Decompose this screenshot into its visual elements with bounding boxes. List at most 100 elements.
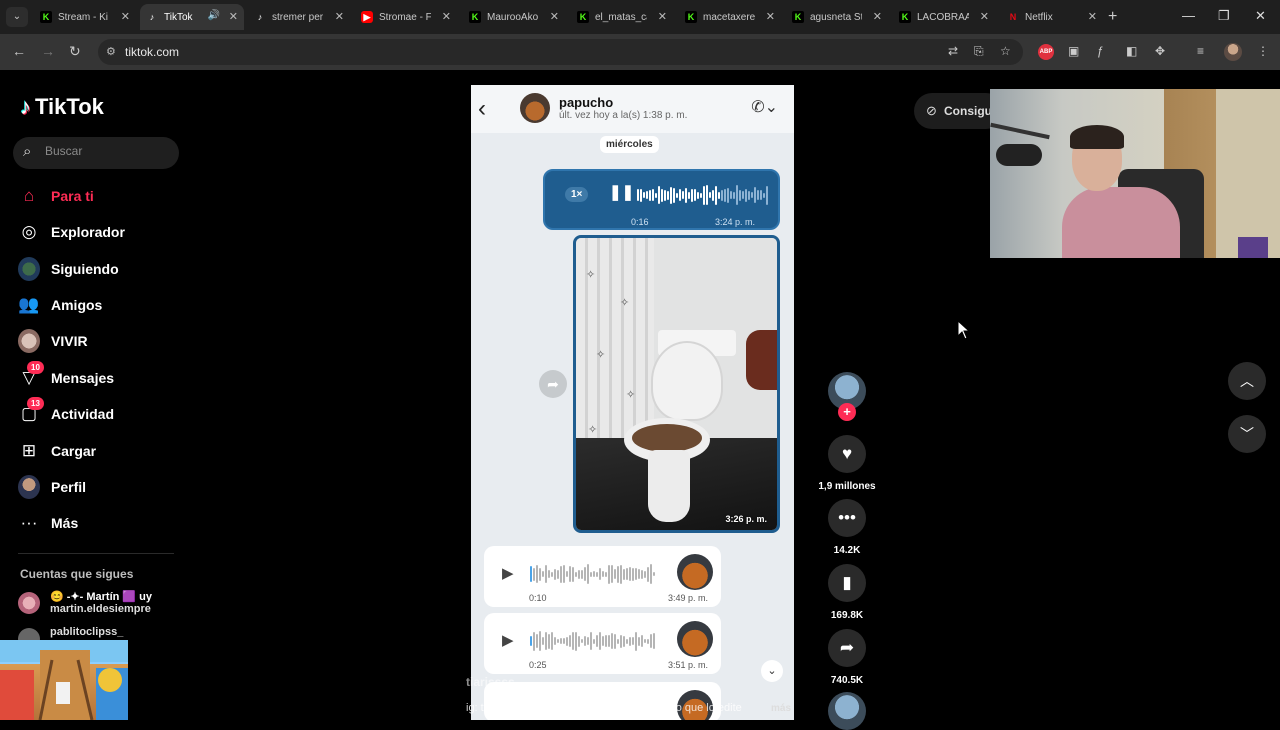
browser-tab[interactable]: K agusneta St ✕ xyxy=(786,4,888,30)
close-tab-icon[interactable]: ✕ xyxy=(550,10,559,23)
back-arrow-icon[interactable]: ← xyxy=(12,43,26,59)
bookmark-star-icon[interactable]: ☆ xyxy=(1000,44,1011,58)
sidebar-item-para-ti[interactable]: ⌂ Para ti xyxy=(18,181,178,211)
waveform-bar xyxy=(581,639,583,643)
speaker-icon[interactable]: 🔊 xyxy=(208,10,220,21)
waveform-bar xyxy=(542,637,544,645)
waveform-bar xyxy=(652,189,654,201)
browser-tab-active[interactable]: ♪ TikTok 🔊 ✕ xyxy=(140,4,244,30)
search-box[interactable]: ⌕ xyxy=(13,137,179,169)
waveform-bar xyxy=(587,564,589,584)
more-icon: ··· xyxy=(20,513,38,532)
extension-icon[interactable]: ƒ xyxy=(1097,44,1104,58)
close-window-icon[interactable]: ✕ xyxy=(1255,8,1266,24)
playback-speed: 1× xyxy=(565,187,589,202)
save-button[interactable]: ▮ xyxy=(828,564,866,602)
close-tab-icon[interactable]: ✕ xyxy=(873,10,882,23)
waveform-bar xyxy=(715,185,717,205)
waveform-bar xyxy=(605,635,607,647)
video-author[interactable]: tiarissss xyxy=(466,675,515,689)
close-tab-icon[interactable]: ✕ xyxy=(980,10,989,23)
sidebar-item-vivir[interactable]: VIVIR xyxy=(18,326,178,356)
tab-search-dropdown[interactable]: ⌄ xyxy=(6,7,28,27)
sidebar-item-actividad[interactable]: ▢ 13 Actividad xyxy=(18,397,178,429)
install-app-icon[interactable]: ⎘ xyxy=(974,44,984,59)
puzzle-icon[interactable]: ✥ xyxy=(1155,44,1165,58)
browser-tab[interactable]: ▶ Stromae - F ✕ xyxy=(355,4,457,30)
waveform-bar xyxy=(641,569,643,579)
close-tab-icon[interactable]: ✕ xyxy=(658,10,667,23)
restore-icon[interactable]: ❐ xyxy=(1218,8,1230,24)
translate-icon[interactable]: ⇄ xyxy=(948,44,958,58)
waveform-bar xyxy=(617,565,619,583)
caption-more-button[interactable]: más xyxy=(771,703,791,714)
audio-waveform xyxy=(637,185,768,205)
search-input[interactable] xyxy=(45,144,165,158)
close-tab-icon[interactable]: ✕ xyxy=(335,10,344,23)
waveform-bar xyxy=(739,189,741,201)
comment-button[interactable]: ••• xyxy=(828,499,866,537)
sidebar-item-mensajes[interactable]: ▽ 10 Mensajes xyxy=(18,361,178,393)
address-bar[interactable]: ⚙ tiktok.com ⇄ ⎘ ☆ xyxy=(98,39,1023,65)
waveform-bar xyxy=(745,188,747,202)
sidebar-item-mas[interactable]: ··· Más xyxy=(18,508,178,538)
browser-tab[interactable]: K macetaxere ✕ xyxy=(679,4,781,30)
browser-tab[interactable]: ♪ stremer per ✕ xyxy=(248,4,350,30)
menu-dots-icon[interactable]: ⋮ xyxy=(1257,44,1269,58)
extension-icon[interactable]: ▣ xyxy=(1068,44,1079,58)
waveform-bar xyxy=(560,565,562,583)
media-control-icon[interactable]: ≡ xyxy=(1197,44,1204,58)
new-tab-button[interactable]: + xyxy=(1108,8,1117,26)
waveform-bar xyxy=(647,638,649,644)
waveform-bar xyxy=(560,638,562,644)
close-tab-icon[interactable]: ✕ xyxy=(121,10,130,23)
site-info-icon[interactable]: ⚙ xyxy=(106,45,116,58)
activity-badge: 13 xyxy=(27,397,44,410)
sidebar-item-amigos[interactable]: 👥 Amigos xyxy=(18,290,178,320)
contact-name: papucho xyxy=(559,95,614,110)
like-button[interactable]: ♥ xyxy=(828,435,866,473)
forward-arrow-icon[interactable]: → xyxy=(41,43,55,59)
sidebar-item-perfil[interactable]: Perfil xyxy=(18,472,178,502)
waveform-bar xyxy=(638,636,640,646)
reload-icon[interactable]: ↻ xyxy=(69,43,81,60)
sidebar-item-cargar[interactable]: ⊞ Cargar xyxy=(18,436,178,466)
play-icon: ▶ xyxy=(502,632,514,649)
waveform-bar xyxy=(587,637,589,645)
video-player[interactable]: ‹ papucho últ. vez hoy a la(s) 1:38 p. m… xyxy=(471,85,794,720)
kick-icon: K xyxy=(792,11,804,23)
cursor-arrow-icon xyxy=(957,320,971,340)
following-account[interactable]: 😊 -✦- Martín 🟪 uy martin.eldesiempre xyxy=(18,590,152,615)
close-tab-icon[interactable]: ✕ xyxy=(766,10,775,23)
waveform-bar xyxy=(575,631,577,651)
share-button[interactable]: ➦ xyxy=(828,629,866,667)
close-tab-icon[interactable]: ✕ xyxy=(1088,10,1097,23)
tiktok-logo[interactable]: ♪ TikTok xyxy=(20,94,104,120)
close-tab-icon[interactable]: ✕ xyxy=(229,10,238,23)
adblock-icon[interactable]: ABP xyxy=(1038,44,1054,60)
waveform-bar xyxy=(569,566,571,582)
browser-tab[interactable]: N Netflix ✕ xyxy=(1001,4,1103,30)
minimize-icon[interactable]: — xyxy=(1182,8,1195,23)
browser-tab[interactable]: K LACOBRAA ✕ xyxy=(893,4,995,30)
browser-tab[interactable]: K el_matas_ca ✕ xyxy=(571,4,673,30)
waveform-bar xyxy=(590,632,592,650)
waveform-bar xyxy=(685,187,687,203)
profile-avatar[interactable] xyxy=(1224,43,1242,61)
profile-avatar xyxy=(18,475,40,499)
sidebar-item-explorador[interactable]: ◎ Explorador xyxy=(18,217,178,247)
close-tab-icon[interactable]: ✕ xyxy=(442,10,451,23)
waveform-bar xyxy=(694,189,696,201)
extension-icon[interactable]: ◧ xyxy=(1126,44,1137,58)
sidebar-item-siguiendo[interactable]: Siguiendo xyxy=(18,254,178,284)
waveform-bar xyxy=(611,633,613,649)
previous-video-button[interactable]: ︿ xyxy=(1228,362,1266,400)
waveform-bar xyxy=(569,635,571,647)
next-creator-avatar[interactable] xyxy=(828,692,866,730)
browser-tab[interactable]: K MaurooAko ✕ xyxy=(463,4,565,30)
browser-tab[interactable]: K Stream - Ki ✕ xyxy=(34,4,136,30)
waveform-bar xyxy=(602,571,604,577)
url-text[interactable]: tiktok.com xyxy=(125,45,179,59)
next-video-button[interactable]: ﹀ xyxy=(1228,415,1266,453)
follow-plus-icon[interactable]: + xyxy=(838,403,856,421)
